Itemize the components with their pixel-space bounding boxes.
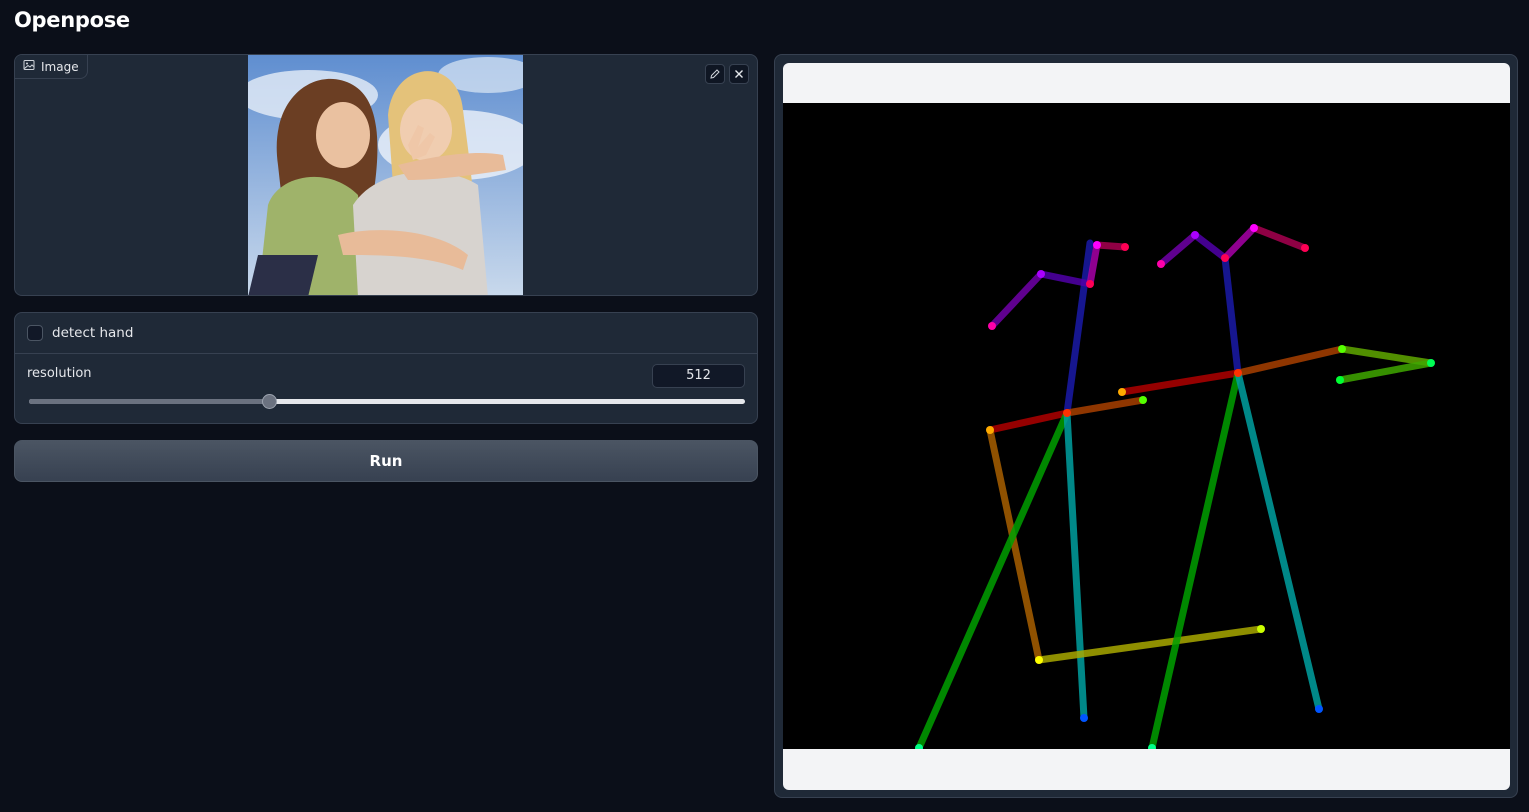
image-icon [23,59,35,74]
slider-fill [29,399,269,404]
close-icon [733,65,745,84]
input-image-panel[interactable]: Image [14,54,758,296]
output-frame [783,63,1510,790]
settings-panel: detect hand resolution 512 [14,312,758,424]
detect-hand-checkbox[interactable] [27,325,43,341]
resolution-slider[interactable] [29,394,745,409]
output-image-panel [774,54,1518,798]
resolution-label: resolution [27,366,92,381]
slider-thumb[interactable] [262,394,277,409]
resolution-number-input[interactable]: 512 [652,364,745,388]
input-photo [248,55,523,295]
image-label-text: Image [41,59,79,74]
detect-hand-row[interactable]: detect hand [15,313,757,354]
pencil-icon [709,65,721,84]
clear-button[interactable] [729,64,749,84]
image-label: Image [15,55,88,79]
run-button[interactable]: Run [14,440,758,482]
detect-hand-label[interactable]: detect hand [52,325,133,341]
pose-skeleton-image [783,103,1510,752]
page-title: Openpose [14,8,130,32]
edit-button[interactable] [705,64,725,84]
